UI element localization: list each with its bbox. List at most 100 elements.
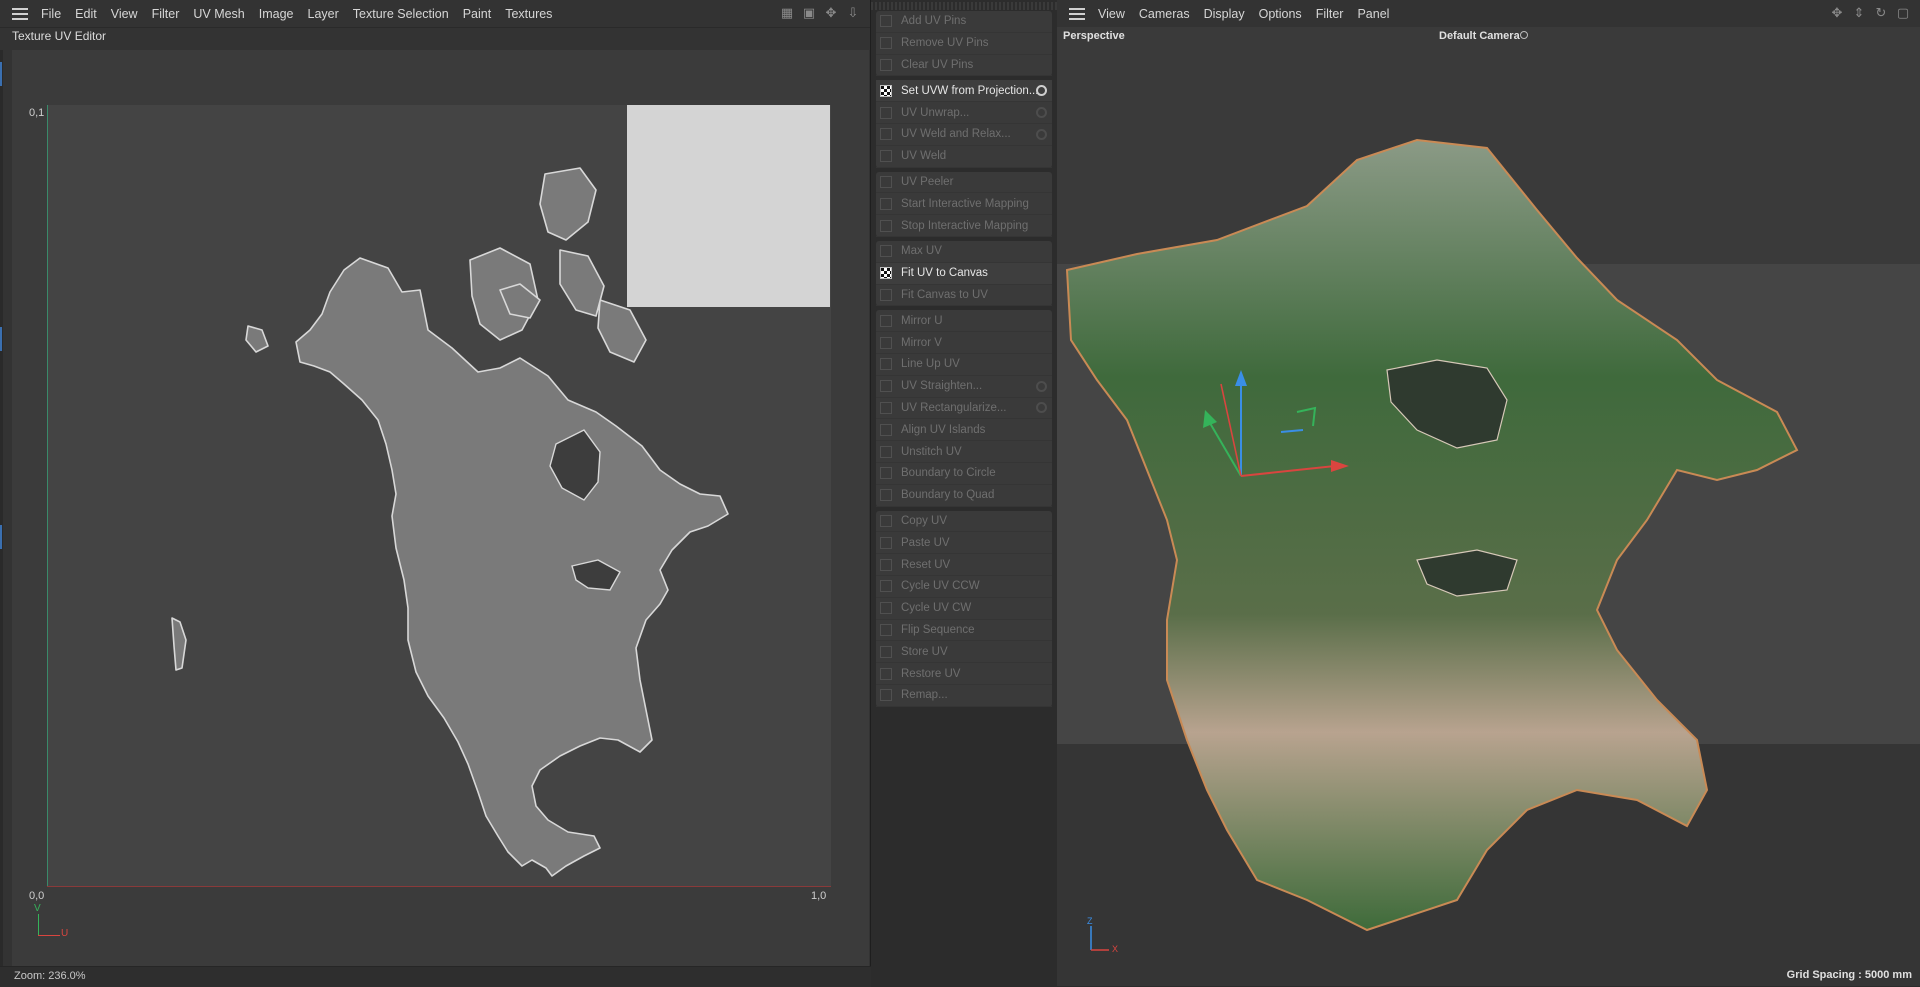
command-remap[interactable]: Remap... xyxy=(876,685,1052,707)
uv-island-arctic-3 xyxy=(597,299,647,363)
uv-statusbar: Zoom: 236.0% xyxy=(0,966,871,987)
command-fit-canvas-to-uv[interactable]: Fit Canvas to UV xyxy=(876,285,1052,307)
fit-uv-to-canvas-icon xyxy=(880,267,892,280)
settings-gear-icon[interactable] xyxy=(1036,107,1047,119)
command-label: Align UV Islands xyxy=(901,423,986,436)
line-up-uv-icon xyxy=(880,358,892,371)
command-copy-uv[interactable]: Copy UV xyxy=(876,511,1052,533)
command-group-6: Copy UV Paste UV Reset UV Cycle UV CCW Cycle… xyxy=(876,510,1052,707)
command-group-3: UV Peeler Start Interactive Mapping Stop I… xyxy=(876,171,1052,237)
command-label: UV Rectangularize... xyxy=(901,401,1007,414)
max-uv-icon xyxy=(880,245,892,258)
palette-grip[interactable] xyxy=(871,2,1057,10)
world-axis-z-label: Z xyxy=(1087,916,1093,926)
settings-gear-icon[interactable] xyxy=(1036,85,1047,97)
command-line-up-uv[interactable]: Line Up UV xyxy=(876,354,1052,376)
command-flip-sequence[interactable]: Flip Sequence xyxy=(876,620,1052,642)
command-uv-straighten[interactable]: UV Straighten... xyxy=(876,376,1052,398)
command-fit-uv-to-canvas[interactable]: Fit UV to Canvas xyxy=(876,262,1052,285)
command-store-uv[interactable]: Store UV xyxy=(876,641,1052,664)
boundary-to-circle-icon xyxy=(880,467,892,480)
command-group-4: Max UV Fit UV to Canvas Fit Canvas to UV xyxy=(876,241,1052,307)
command-label: Cycle UV CW xyxy=(901,602,972,615)
settings-gear-icon[interactable] xyxy=(1036,128,1047,140)
command-label: Boundary to Quad xyxy=(901,489,995,502)
reset-uv-icon xyxy=(880,558,892,571)
fit-canvas-to-uv-icon xyxy=(880,288,892,301)
command-uv-unwrap[interactable]: UV Unwrap... xyxy=(876,102,1052,124)
command-add-uv-pins[interactable]: Add UV Pins xyxy=(876,11,1052,33)
command-label: Mirror U xyxy=(901,314,943,327)
command-uv-weld-and-relax[interactable]: UV Weld and Relax... xyxy=(876,124,1052,146)
settings-gear-icon[interactable] xyxy=(1036,380,1047,392)
command-group-2: Set UVW from Projection... UV Unwrap... UV… xyxy=(876,80,1052,168)
command-unstitch-uv[interactable]: Unstitch UV xyxy=(876,441,1052,463)
command-stop-interactive-mapping[interactable]: Stop Interactive Mapping xyxy=(876,215,1052,237)
mirror-v-icon xyxy=(880,336,892,349)
uv-weld-and-relax-icon xyxy=(880,128,892,141)
stop-interactive-mapping-icon xyxy=(880,219,892,232)
cycle-uv-ccw-icon xyxy=(880,580,892,593)
command-label: Boundary to Circle xyxy=(901,467,996,480)
command-max-uv[interactable]: Max UV xyxy=(876,241,1052,263)
uv-command-palette: Add UV Pins Remove UV Pins Clear UV Pins Se… xyxy=(871,0,1057,986)
command-label: UV Peeler xyxy=(901,175,954,188)
command-start-interactive-mapping[interactable]: Start Interactive Mapping xyxy=(876,193,1052,216)
settings-gear-icon[interactable] xyxy=(1036,402,1047,414)
command-remove-uv-pins[interactable]: Remove UV Pins xyxy=(876,33,1052,55)
uv-island-small-1 xyxy=(245,325,269,353)
command-label: Fit Canvas to UV xyxy=(901,288,988,301)
command-label: Clear UV Pins xyxy=(901,58,974,71)
command-mirror-v[interactable]: Mirror V xyxy=(876,332,1052,354)
command-uv-peeler[interactable]: UV Peeler xyxy=(876,172,1052,194)
cycle-uv-cw-icon xyxy=(880,602,892,615)
command-reset-uv[interactable]: Reset UV xyxy=(876,554,1052,576)
remove-uv-pins-icon xyxy=(880,37,892,50)
command-label: Line Up UV xyxy=(901,358,960,371)
set-uvw-from-projection-icon xyxy=(880,84,892,97)
command-uv-weld[interactable]: UV Weld xyxy=(876,146,1052,168)
command-cycle-uv-ccw[interactable]: Cycle UV CCW xyxy=(876,576,1052,598)
command-label: UV Straighten... xyxy=(901,380,983,393)
command-label: Add UV Pins xyxy=(901,15,967,28)
command-label: Mirror V xyxy=(901,336,942,349)
command-label: Remove UV Pins xyxy=(901,37,989,50)
command-label: Cycle UV CCW xyxy=(901,580,980,593)
command-paste-uv[interactable]: Paste UV xyxy=(876,532,1052,555)
uv-weld-icon xyxy=(880,150,892,163)
command-align-uv-islands[interactable]: Align UV Islands xyxy=(876,419,1052,442)
command-label: Copy UV xyxy=(901,514,948,527)
command-label: Set UVW from Projection... xyxy=(901,84,1039,97)
command-set-uvw-from-projection[interactable]: Set UVW from Projection... xyxy=(876,80,1052,103)
flip-sequence-icon xyxy=(880,623,892,636)
terrain-mesh xyxy=(1065,138,1799,932)
command-mirror-u[interactable]: Mirror U xyxy=(876,310,1052,333)
command-label: Paste UV xyxy=(901,536,950,549)
command-cycle-uv-cw[interactable]: Cycle UV CW xyxy=(876,598,1052,620)
command-label: Restore UV xyxy=(901,667,961,680)
command-clear-uv-pins[interactable]: Clear UV Pins xyxy=(876,55,1052,77)
command-label: UV Weld xyxy=(901,150,947,163)
uv-unwrap-icon xyxy=(880,106,892,119)
uv-rectangularize-icon xyxy=(880,401,892,414)
perspective-viewport[interactable]: View Cameras Display Options Filter Pane… xyxy=(1057,0,1920,986)
command-label: Max UV xyxy=(901,245,942,258)
uv-island-mainland xyxy=(295,257,729,877)
uv-island-small-2 xyxy=(171,617,187,671)
command-uv-rectangularize[interactable]: UV Rectangularize... xyxy=(876,398,1052,420)
start-interactive-mapping-icon xyxy=(880,197,892,210)
command-label: Stop Interactive Mapping xyxy=(901,219,1029,232)
command-restore-uv[interactable]: Restore UV xyxy=(876,663,1052,685)
uv-island-arctic-2 xyxy=(539,167,597,241)
uv-island-silhouette xyxy=(171,167,729,877)
command-boundary-to-circle[interactable]: Boundary to Circle xyxy=(876,463,1052,485)
zoom-readout: Zoom: 236.0% xyxy=(14,970,86,982)
command-label: UV Unwrap... xyxy=(901,106,970,119)
command-label: Reset UV xyxy=(901,558,951,571)
terrain-render xyxy=(1065,138,1799,951)
align-uv-islands-icon xyxy=(880,423,892,436)
command-boundary-to-quad[interactable]: Boundary to Quad xyxy=(876,485,1052,507)
uv-editor-panel: File Edit View Filter UV Mesh Image Laye… xyxy=(0,0,871,987)
uv-peeler-icon xyxy=(880,175,892,188)
command-label: Fit UV to Canvas xyxy=(901,267,988,280)
